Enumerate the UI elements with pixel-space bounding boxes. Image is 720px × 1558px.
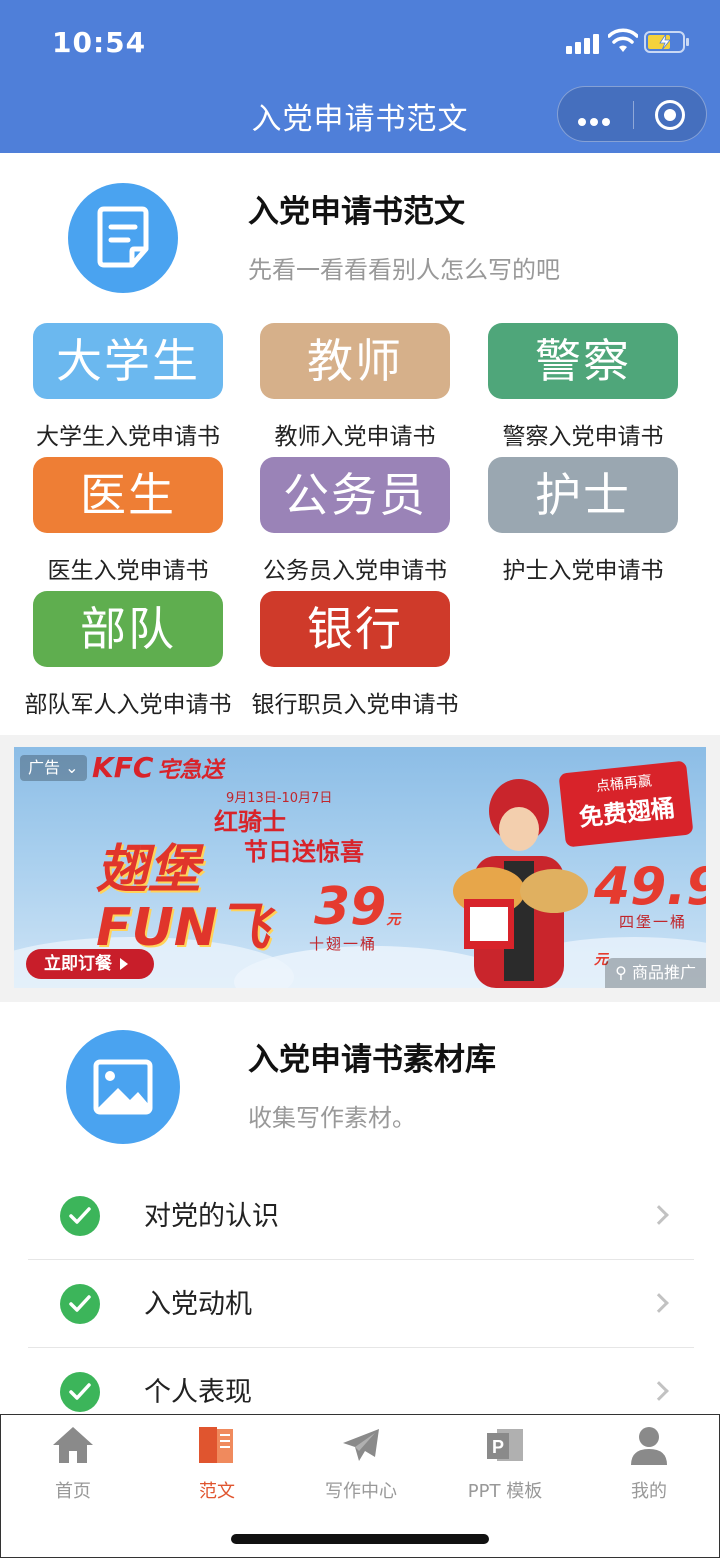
ad-date: 9月13日-10月7日 — [226, 791, 333, 806]
svg-text:P: P — [492, 1437, 504, 1457]
category-label: 警察入党申请书 — [502, 424, 664, 450]
category-label: 公务员入党申请书 — [263, 558, 447, 584]
product-promo-label[interactable]: ⚲ 商品推广 — [605, 958, 706, 988]
tab-label: 范文 — [199, 1481, 235, 1502]
category-tile[interactable]: 护士 — [488, 457, 678, 533]
document-icon-circle — [68, 183, 178, 293]
category-label: 护士入党申请书 — [502, 558, 664, 584]
user-icon — [631, 1427, 667, 1465]
wifi-icon — [608, 28, 638, 52]
image-icon-circle — [66, 1030, 180, 1144]
list-item-label: 入党动机 — [144, 1289, 252, 1320]
category-label: 银行职员入党申请书 — [251, 692, 459, 718]
category-tile[interactable]: 教师 — [260, 323, 450, 399]
section-title: 入党申请书素材库 — [248, 1042, 496, 1078]
ad-section: 广告 ⌄ KFC 宅急送 9月13日-10月7日 红骑士 节日送惊喜 翅堡 FUN… — [0, 735, 720, 1002]
home-indicator — [231, 1534, 489, 1544]
chevron-right-icon — [649, 1381, 669, 1401]
list-item[interactable]: 对党的认识 — [28, 1172, 694, 1260]
tab-label: 首页 — [55, 1481, 91, 1502]
category-tile[interactable]: 公务员 — [260, 457, 450, 533]
tab-label: PPT 模板 — [467, 1481, 543, 1502]
tab-mine[interactable]: 我的 — [577, 1423, 720, 1503]
battery-icon — [644, 31, 689, 53]
ad-price-49-desc: 四堡一桶 — [619, 913, 688, 931]
image-icon — [93, 1059, 153, 1115]
signal-icon — [566, 32, 602, 54]
ad-headline: 翅堡 FUN飞 — [96, 840, 270, 958]
mini-program-capsule — [557, 86, 707, 142]
category-tile[interactable]: 部队 — [33, 591, 223, 667]
top-bar: 10:54 入党申请书范文 — [0, 0, 720, 153]
ad-price-39-desc: 十翅一桶 — [309, 935, 378, 953]
chevron-right-icon — [649, 1293, 669, 1313]
section-title: 入党申请书范文 — [248, 194, 465, 230]
category-tile[interactable]: 医生 — [33, 457, 223, 533]
list-item[interactable]: 入党动机 — [28, 1260, 694, 1348]
ad-tag[interactable]: 广告 ⌄ — [20, 755, 87, 781]
tab-home[interactable]: 首页 — [1, 1423, 145, 1503]
category-label: 大学生入党申请书 — [36, 424, 220, 450]
tab-writing-center[interactable]: 写作中心 — [289, 1423, 433, 1503]
ppt-icon: P — [487, 1429, 523, 1461]
close-mini-program-button[interactable] — [634, 87, 708, 143]
ad-free-badge: 点桶再赢 免费翅桶 — [558, 760, 694, 848]
list-item-label: 个人表现 — [144, 1377, 252, 1408]
order-now-button[interactable]: 立即订餐 — [26, 949, 154, 979]
category-label: 医生入党申请书 — [47, 558, 209, 584]
section-subtitle: 先看一看看看别人怎么写的吧 — [248, 256, 560, 284]
status-time: 10:54 — [52, 26, 147, 59]
more-dots-icon — [578, 111, 614, 130]
check-circle-icon — [60, 1284, 100, 1324]
tab-articles[interactable]: 范文 — [145, 1423, 289, 1503]
category-tile[interactable]: 银行 — [260, 591, 450, 667]
category-label: 教师入党申请书 — [274, 424, 436, 450]
category-tile[interactable]: 大学生 — [33, 323, 223, 399]
category-tile[interactable]: 警察 — [488, 323, 678, 399]
home-icon — [53, 1427, 93, 1463]
list-item-label: 对党的认识 — [144, 1201, 279, 1232]
category-label: 部队军人入党申请书 — [24, 692, 232, 718]
tab-label: 写作中心 — [325, 1481, 397, 1502]
paper-plane-icon — [343, 1429, 379, 1461]
section-subtitle: 收集写作素材。 — [248, 1104, 416, 1132]
book-icon — [199, 1427, 233, 1463]
check-circle-icon — [60, 1372, 100, 1412]
chevron-right-icon — [649, 1205, 669, 1225]
tab-label: 我的 — [631, 1481, 667, 1502]
ad-price-39: 39元 — [314, 877, 401, 937]
kfc-logo: KFC 宅急送 — [92, 751, 224, 784]
play-triangle-icon — [120, 958, 128, 970]
document-icon — [97, 206, 149, 268]
target-icon — [655, 100, 685, 130]
tab-ppt-templates[interactable]: P PPT 模板 — [433, 1423, 577, 1503]
check-circle-icon — [60, 1196, 100, 1236]
more-button[interactable] — [558, 87, 633, 143]
kfc-ad-banner[interactable]: 广告 ⌄ KFC 宅急送 9月13日-10月7日 红骑士 节日送惊喜 翅堡 FUN… — [14, 747, 706, 988]
